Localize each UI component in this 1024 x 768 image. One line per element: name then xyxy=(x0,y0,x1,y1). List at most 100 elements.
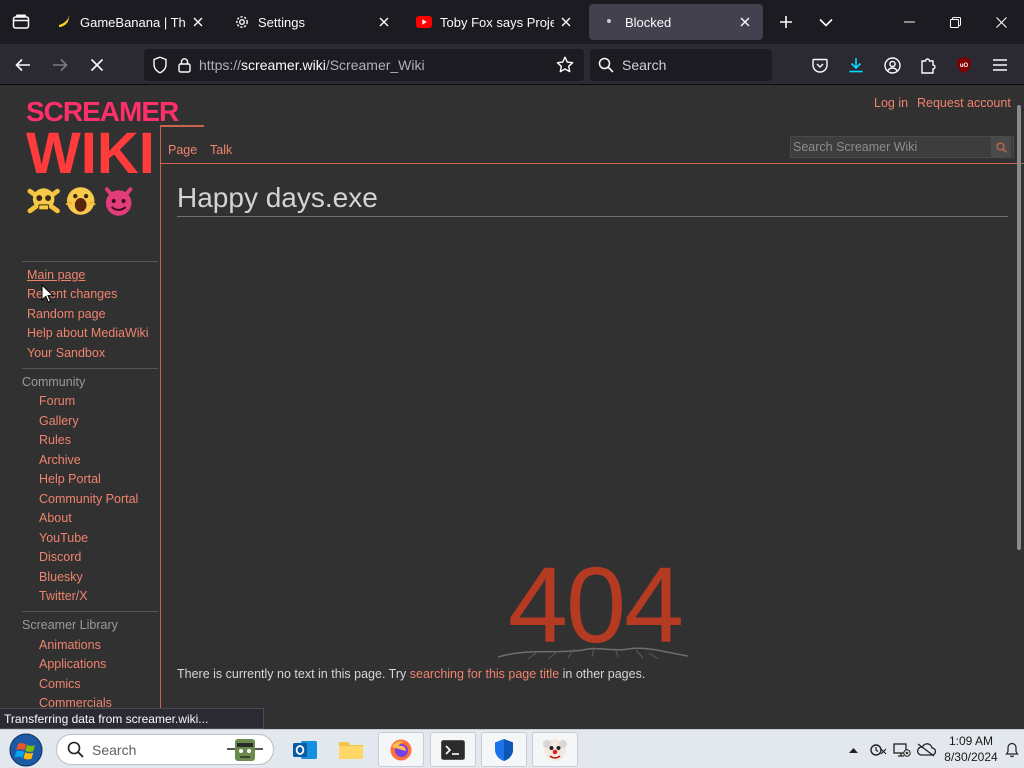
tab-blocked[interactable]: Blocked xyxy=(589,4,763,40)
app-menu-button[interactable] xyxy=(985,50,1015,80)
wiki-search-input[interactable] xyxy=(791,140,991,154)
sidebar-item-community-portal[interactable]: Community Portal xyxy=(39,492,138,506)
skull-emoji-icon xyxy=(27,187,60,213)
star-bookmark-icon[interactable] xyxy=(556,56,574,73)
wiki-search-button[interactable] xyxy=(991,137,1011,157)
close-icon xyxy=(995,16,1007,28)
tray-onedrive-icon[interactable] xyxy=(915,730,937,768)
tab-page[interactable]: Page xyxy=(168,143,197,157)
sidebar-item-discord[interactable]: Discord xyxy=(39,550,81,564)
close-tab-icon[interactable] xyxy=(372,10,396,34)
url-bar[interactable]: https://screamer.wiki/Screamer_Wiki xyxy=(144,49,584,81)
extensions-button[interactable] xyxy=(913,50,943,80)
error-404-graphic: 404 xyxy=(498,540,693,670)
sidebar-item-commercials[interactable]: Commercials xyxy=(39,696,112,708)
stop-button[interactable] xyxy=(82,50,112,80)
windows-start-orb-icon xyxy=(9,733,43,767)
mouse-cursor-icon xyxy=(41,284,53,303)
account-icon xyxy=(883,56,901,74)
tab-list-icon xyxy=(12,14,30,29)
sidebar-item-comics[interactable]: Comics xyxy=(39,677,81,691)
taskbar-search-placeholder: Search xyxy=(92,741,137,758)
tab-title: Settings xyxy=(258,14,305,30)
sidebar-item-help-portal[interactable]: Help Portal xyxy=(39,472,101,486)
notification-button[interactable] xyxy=(1002,730,1022,768)
wiki-logo[interactable]: SCREAMER WIKI xyxy=(26,98,179,219)
tab-gamebanana[interactable]: GameBanana | The Ga xyxy=(44,4,216,40)
search-bar[interactable]: Search xyxy=(590,49,772,81)
restore-button[interactable] xyxy=(932,0,978,44)
sidebar-item-youtube[interactable]: YouTube xyxy=(39,531,88,545)
pocket-icon xyxy=(812,58,828,73)
back-button[interactable] xyxy=(8,50,38,80)
close-window-button[interactable] xyxy=(978,0,1024,44)
taskbar-search-box[interactable]: Search xyxy=(56,734,274,765)
sidebar-item-about[interactable]: About xyxy=(39,511,72,525)
error-code-text: 404 xyxy=(508,544,682,665)
shield-icon[interactable] xyxy=(152,56,168,74)
account-button[interactable] xyxy=(877,50,907,80)
start-button[interactable] xyxy=(6,733,46,767)
taskbar-clock[interactable]: 1:09 AM 8/30/2024 xyxy=(936,733,1006,765)
minimize-button[interactable] xyxy=(886,0,932,44)
search-page-title-link[interactable]: searching for this page title xyxy=(410,667,559,681)
forward-button[interactable] xyxy=(45,50,75,80)
close-tab-icon[interactable] xyxy=(186,10,210,34)
taskbar-outlook[interactable] xyxy=(282,732,328,767)
pocket-button[interactable] xyxy=(805,50,835,80)
sidebar-item-animations[interactable]: Animations xyxy=(39,638,101,652)
back-arrow-icon xyxy=(15,58,30,72)
sidebar-item-applications[interactable]: Applications xyxy=(39,657,106,671)
logo-text-wiki: WIKI xyxy=(26,120,155,186)
new-tab-button[interactable] xyxy=(772,8,800,36)
navigation-toolbar: https://screamer.wiki/Screamer_Wiki Sear… xyxy=(0,44,1024,85)
stop-icon xyxy=(90,58,104,72)
show-hidden-icons-button[interactable] xyxy=(845,730,861,768)
tab-strip: GameBanana | The Ga Settings Toby Fox sa… xyxy=(0,0,1024,44)
tab-title: Toby Fox says Project xyxy=(440,14,554,30)
sidebar-item-random-page[interactable]: Random page xyxy=(27,307,106,321)
sidebar-item-twitter[interactable]: Twitter/X xyxy=(39,589,88,603)
sidebar-item-gallery[interactable]: Gallery xyxy=(39,414,79,428)
taskbar: Search 1:09 AM 8/30/2024 xyxy=(0,729,1024,768)
tab-settings[interactable]: Settings xyxy=(222,4,402,40)
search-bar-placeholder: Search xyxy=(622,57,667,73)
list-all-tabs-button[interactable] xyxy=(812,8,840,36)
puzzle-icon xyxy=(921,57,936,74)
tray-sync-icon[interactable] xyxy=(867,730,889,768)
wiki-search-box xyxy=(790,136,1014,158)
tab-youtube[interactable]: Toby Fox says Project xyxy=(404,4,584,40)
downloads-button[interactable] xyxy=(841,50,871,80)
sidebar-item-main-page[interactable]: Main page xyxy=(27,268,85,282)
url-domain: screamer.wiki xyxy=(241,57,326,73)
sidebar-item-sandbox[interactable]: Your Sandbox xyxy=(27,346,105,360)
sidebar-item-rules[interactable]: Rules xyxy=(39,433,71,447)
ublock-button[interactable]: uO xyxy=(949,50,979,80)
logo-emojis xyxy=(26,183,136,219)
taskbar-terminal[interactable] xyxy=(430,732,476,767)
lock-icon[interactable] xyxy=(178,57,191,73)
search-icon xyxy=(598,57,614,73)
cloud-off-icon xyxy=(917,742,936,757)
tab-talk[interactable]: Talk xyxy=(210,143,232,157)
tab-overview-button[interactable] xyxy=(0,0,42,44)
sidebar-item-help[interactable]: Help about MediaWiki xyxy=(27,326,149,340)
page-scrollbar[interactable] xyxy=(1017,105,1021,550)
taskbar-file-explorer[interactable] xyxy=(328,732,374,767)
login-link[interactable]: Log in xyxy=(874,96,908,110)
close-tab-icon[interactable] xyxy=(554,10,578,34)
url-text[interactable]: https://screamer.wiki/Screamer_Wiki xyxy=(199,57,425,73)
page-bottom-strip xyxy=(264,708,1024,729)
taskbar-firefox[interactable] xyxy=(378,732,424,767)
taskbar-defender[interactable] xyxy=(481,732,527,767)
sidebar-item-forum[interactable]: Forum xyxy=(39,394,75,408)
tab-title: GameBanana | The Ga xyxy=(80,14,186,30)
sidebar-heading-community: Community xyxy=(22,375,86,389)
sidebar-item-bluesky[interactable]: Bluesky xyxy=(39,570,83,584)
sidebar-item-archive[interactable]: Archive xyxy=(39,453,81,467)
close-tab-icon[interactable] xyxy=(733,10,757,34)
tray-network-icon[interactable] xyxy=(891,730,913,768)
chevron-down-icon xyxy=(819,18,833,27)
request-account-link[interactable]: Request account xyxy=(917,96,1011,110)
taskbar-clown-app[interactable] xyxy=(532,732,578,767)
